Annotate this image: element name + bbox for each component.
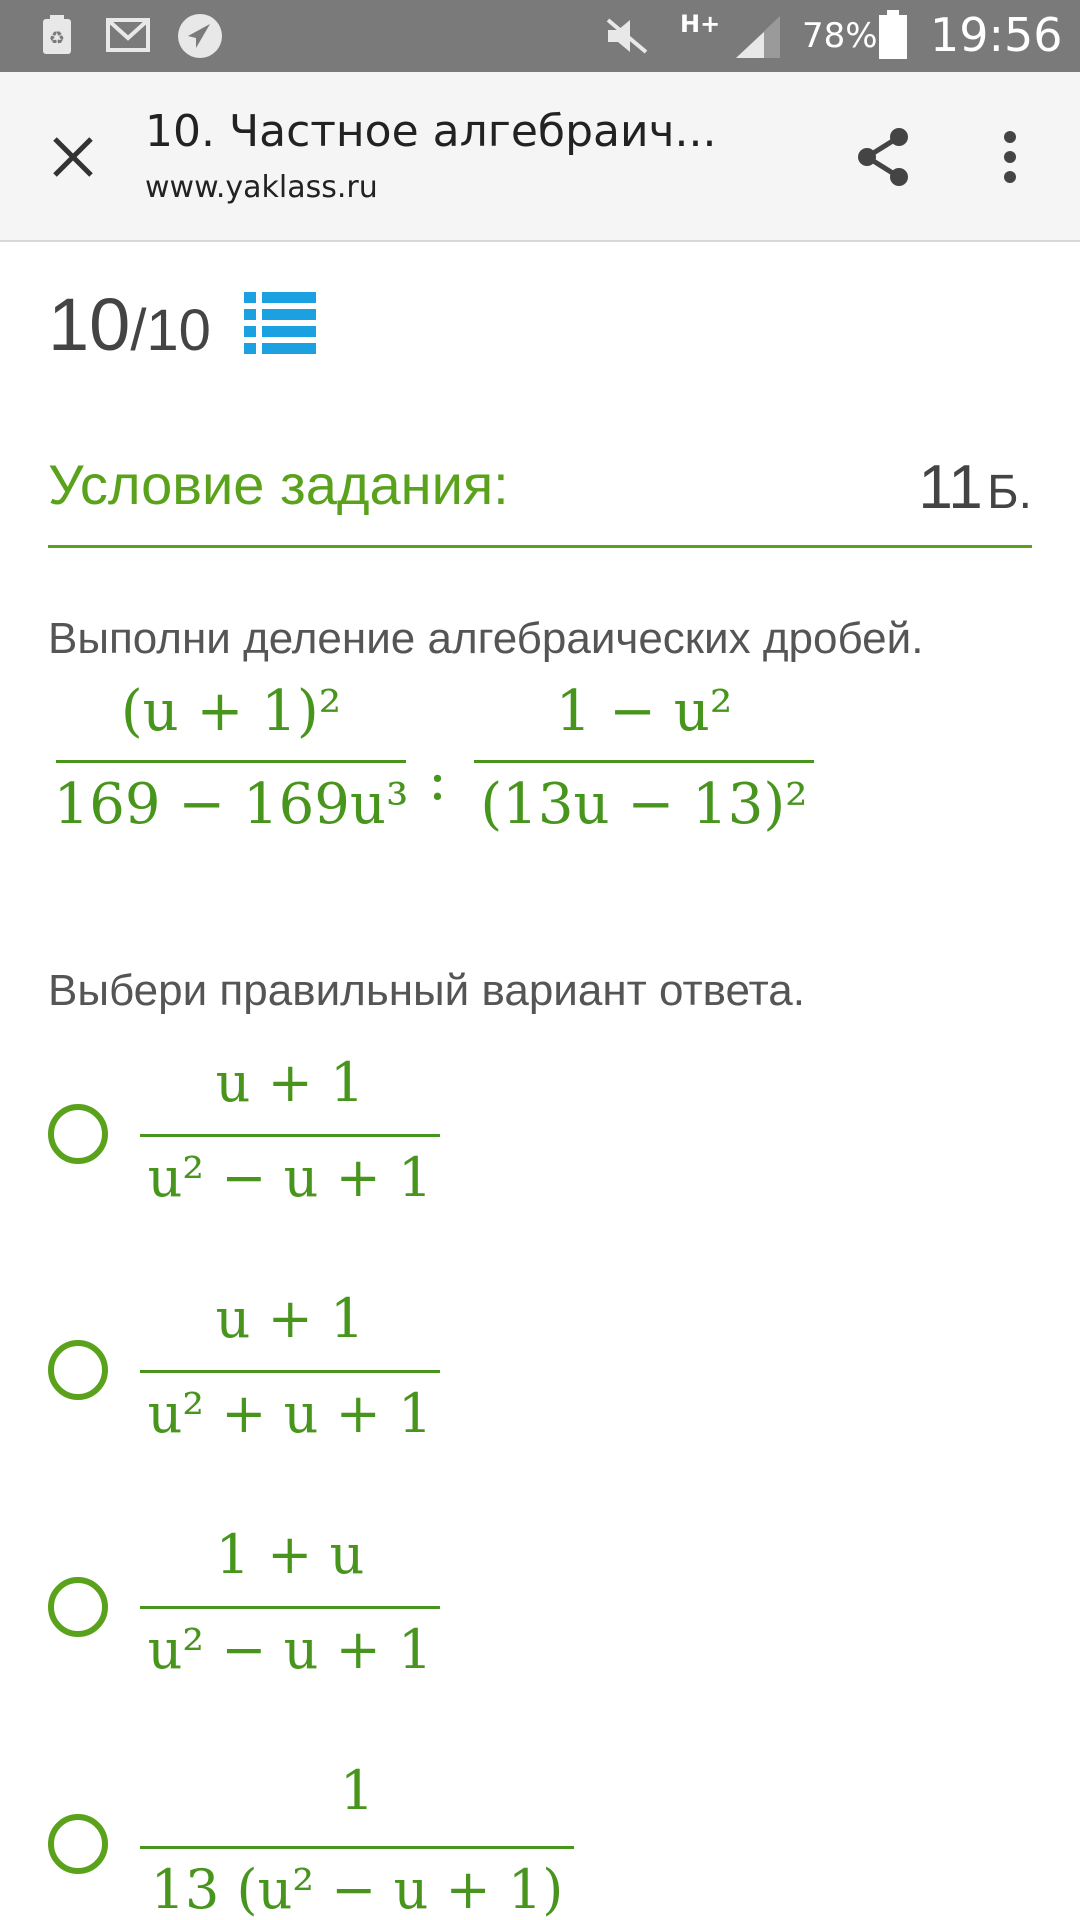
more-options-button[interactable] [980,122,1040,192]
option-numerator: 1 + u [215,1523,365,1586]
option-denominator: u² + u + 1 [147,1382,433,1445]
radio-button[interactable] [48,1340,108,1400]
radio-button[interactable] [48,1814,108,1874]
fraction-numerator: 1 − u² [555,679,733,744]
signal-icon [734,14,782,65]
option-numerator: u + 1 [215,1051,365,1114]
option-numerator: u + 1 [215,1287,365,1350]
radio-button[interactable] [48,1104,108,1164]
fraction-denominator: 169 − 169u³ [53,772,409,837]
radio-button[interactable] [48,1577,108,1637]
option-fraction[interactable]: 1 + u u² − u + 1 [140,1528,440,1677]
task-progress: 10/10 [48,282,211,367]
mute-icon [604,16,650,61]
fraction-denominator: (13u − 13)² [480,772,808,837]
task-list-button[interactable] [244,290,316,356]
navigation-icon [176,12,224,65]
division-operator: : [428,748,447,813]
option-denominator: 13 (u² − u + 1) [150,1858,564,1920]
close-icon [53,137,93,177]
condition-title: Условие задания: [48,453,509,516]
task-instruction: Выполни деление алгебраических дробей. [48,614,924,663]
status-bar: ♻ H+ 78% 19:56 [0,0,1080,72]
option-fraction[interactable]: u + 1 u² + u + 1 [140,1292,440,1441]
condition-divider [48,545,1032,548]
network-type: H+ [680,10,721,38]
option-fraction[interactable]: u + 1 u² − u + 1 [140,1056,440,1205]
page-title: 10. Частное алгебраич... [145,106,717,157]
option-denominator: u² − u + 1 [147,1618,433,1681]
svg-text:♻: ♻ [49,28,65,49]
more-vert-icon [1004,131,1016,183]
mail-icon [106,18,150,57]
choose-prompt: Выбери правильный вариант ответа. [48,966,805,1015]
battery-icon [878,10,908,65]
task-fraction-1: (u + 1)² 169 − 169u³ [53,679,409,837]
app-bar: 10. Частное алгебраич... www.yaklass.ru [0,72,1080,242]
recycle-icon: ♻ [40,14,74,61]
battery-percent: 78% [802,16,878,56]
option-numerator: 1 [339,1759,375,1822]
points-unit: Б. [987,466,1032,519]
clock: 19:56 [930,8,1063,62]
list-icon [244,292,316,354]
progress-current: 10 [48,283,131,366]
task-fraction-2: 1 − u² (13u − 13)² [474,684,814,833]
fraction-numerator: (u + 1)² [120,679,342,744]
option-fraction[interactable]: 1 13 (u² − u + 1) [140,1764,574,1917]
task-points: 11 Б. [918,452,1032,523]
share-button[interactable] [848,122,918,192]
option-denominator: u² − u + 1 [147,1146,433,1209]
close-button[interactable] [38,122,108,192]
page-url: www.yaklass.ru [145,170,378,205]
points-value: 11 [918,453,983,522]
progress-total: /10 [130,298,211,363]
share-icon [858,128,908,186]
